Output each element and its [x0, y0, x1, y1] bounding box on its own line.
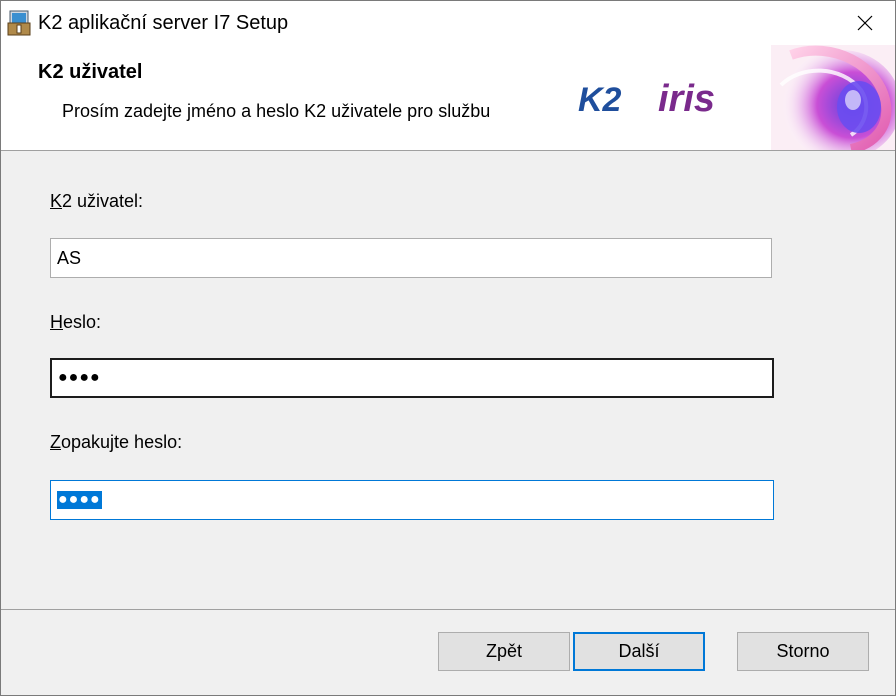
setup-window: K2 aplikační server I7 Setup K2 uživatel…	[0, 0, 896, 696]
back-button[interactable]: Zpět	[438, 632, 570, 671]
title-bar: K2 aplikační server I7 Setup	[1, 1, 895, 45]
password-input[interactable]: ●●●●	[50, 358, 774, 398]
close-icon	[857, 15, 873, 31]
user-label: K2 uživatel:	[50, 191, 144, 211]
installer-icon	[7, 10, 31, 36]
banner-artwork	[771, 45, 895, 150]
next-button[interactable]: Další	[573, 632, 705, 671]
confirm-password-input[interactable]: ●●●●	[50, 480, 774, 520]
header-banner: K2 uživatel Prosím zadejte jméno a heslo…	[1, 45, 895, 151]
user-input[interactable]: AS	[50, 238, 772, 278]
logo-iris-text: iris	[658, 78, 715, 119]
cancel-button[interactable]: Storno	[737, 632, 869, 671]
logo-k2-text: K2	[578, 81, 622, 119]
confirm-password-label: Zopakujte heslo:	[50, 432, 183, 452]
confirm-password-masked-value: ●●●●	[57, 491, 102, 509]
footer-divider	[1, 609, 895, 610]
user-input-value: AS	[57, 247, 82, 268]
close-button[interactable]	[835, 1, 895, 45]
page-title: K2 uživatel	[38, 61, 143, 83]
page-description: Prosím zadejte jméno a heslo K2 uživatel…	[62, 101, 491, 121]
password-label: Heslo:	[50, 312, 102, 332]
window-title: K2 aplikační server I7 Setup	[38, 12, 289, 34]
k2-iris-logo: K2 iris	[578, 78, 715, 119]
password-masked-value: ●●●●	[58, 369, 101, 386]
